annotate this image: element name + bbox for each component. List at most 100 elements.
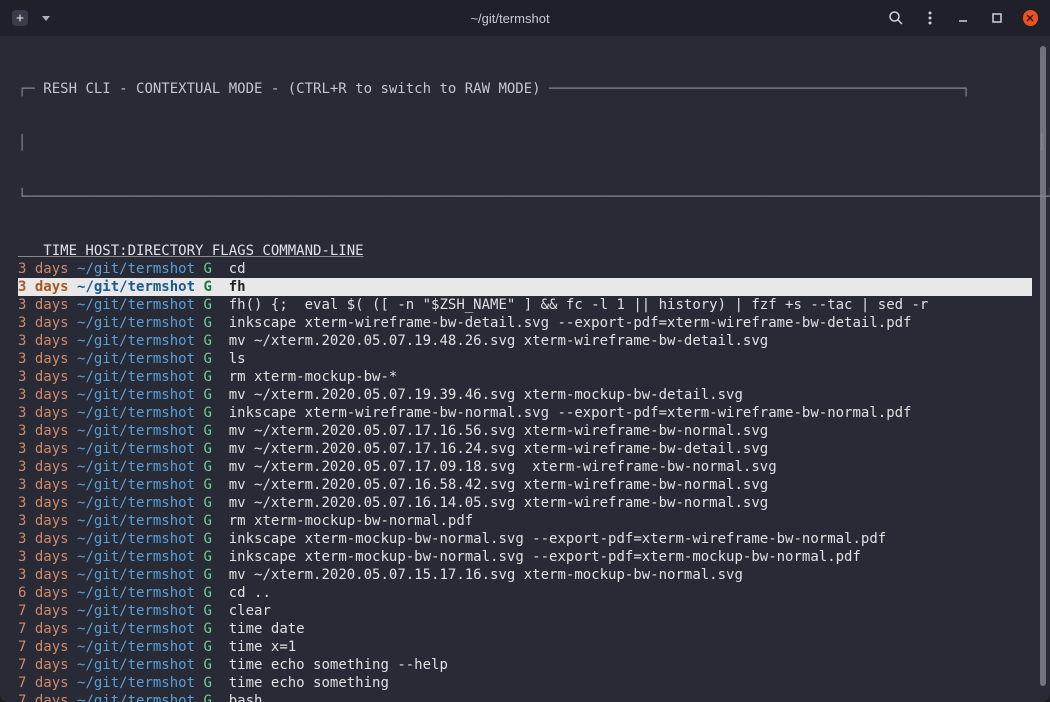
row-time: 3 days [18,548,77,566]
row-directory: ~/git/termshot [77,386,203,404]
row-flag: G [203,278,228,296]
row-flag: G [203,314,228,332]
row-flag: G [203,530,228,548]
row-command: mv ~/xterm.2020.05.07.16.14.05.svg xterm… [229,494,1032,512]
row-flag: G [203,692,228,702]
history-row[interactable]: 7 days ~/git/termshot G clear [18,602,1032,620]
row-command: mv ~/xterm.2020.05.07.16.58.42.svg xterm… [229,476,1032,494]
kebab-menu-icon[interactable] [922,10,938,26]
new-tab-button[interactable] [12,10,28,26]
history-row[interactable]: 3 days ~/git/termshot G mv ~/xterm.2020.… [18,458,1032,476]
close-button[interactable] [1023,10,1039,26]
row-directory: ~/git/termshot [77,404,203,422]
history-list[interactable]: 3 days ~/git/termshot G cd3 days ~/git/t… [18,260,1032,702]
row-flag: G [203,440,228,458]
row-directory: ~/git/termshot [77,260,203,278]
history-row[interactable]: 3 days ~/git/termshot G rm xterm-mockup-… [18,512,1032,530]
row-time: 3 days [18,476,77,494]
column-headers: TIME HOST:DIRECTORY FLAGS COMMAND-LINE [18,242,1032,260]
row-directory: ~/git/termshot [77,620,203,638]
menu-dropdown-icon[interactable] [38,10,54,26]
search-box-frame: ┌─ RESH CLI - CONTEXTUAL MODE - (CTRL+R … [18,44,1032,242]
history-row[interactable]: 3 days ~/git/termshot G mv ~/xterm.2020.… [18,566,1032,584]
terminal-content[interactable]: ┌─ RESH CLI - CONTEXTUAL MODE - (CTRL+R … [0,36,1050,702]
row-directory: ~/git/termshot [77,638,203,656]
search-icon[interactable] [888,10,904,26]
history-row[interactable]: 3 days ~/git/termshot G mv ~/xterm.2020.… [18,476,1032,494]
row-flag: G [203,386,228,404]
row-command: mv ~/xterm.2020.05.07.19.48.26.svg xterm… [229,332,1032,350]
history-row[interactable]: 3 days ~/git/termshot G mv ~/xterm.2020.… [18,386,1032,404]
history-row[interactable]: 7 days ~/git/termshot G time echo someth… [18,674,1032,692]
row-time: 3 days [18,386,77,404]
history-row[interactable]: 3 days ~/git/termshot G inkscape xterm-w… [18,314,1032,332]
history-row[interactable]: 7 days ~/git/termshot G bash [18,692,1032,702]
row-time: 3 days [18,530,77,548]
history-row[interactable]: 3 days ~/git/termshot G ls [18,350,1032,368]
history-row[interactable]: 7 days ~/git/termshot G time echo someth… [18,656,1032,674]
row-command: mv ~/xterm.2020.05.07.17.16.56.svg xterm… [229,422,1032,440]
row-time: 7 days [18,620,77,638]
row-directory: ~/git/termshot [77,602,203,620]
row-directory: ~/git/termshot [77,584,203,602]
row-flag: G [203,566,228,584]
row-time: 3 days [18,458,77,476]
row-directory: ~/git/termshot [77,422,203,440]
row-time: 3 days [18,278,77,296]
history-row[interactable]: 6 days ~/git/termshot G cd .. [18,584,1032,602]
row-flag: G [203,422,228,440]
row-time: 7 days [18,638,77,656]
row-directory: ~/git/termshot [77,512,203,530]
row-flag: G [203,584,228,602]
history-row[interactable]: 3 days ~/git/termshot G mv ~/xterm.2020.… [18,494,1032,512]
row-flag: G [203,458,228,476]
history-row[interactable]: 3 days ~/git/termshot G rm xterm-mockup-… [18,368,1032,386]
row-command: time echo something --help [229,656,1032,674]
row-command: fh [229,278,1032,296]
row-time: 7 days [18,674,77,692]
history-row[interactable]: 3 days ~/git/termshot G fh [18,278,1032,296]
row-flag: G [203,494,228,512]
mode-header: RESH CLI - CONTEXTUAL MODE - (CTRL+R to … [43,80,540,98]
row-time: 3 days [18,350,77,368]
row-time: 3 days [18,512,77,530]
row-time: 3 days [18,440,77,458]
row-directory: ~/git/termshot [77,494,203,512]
history-row[interactable]: 3 days ~/git/termshot G mv ~/xterm.2020.… [18,332,1032,350]
row-command: mv ~/xterm.2020.05.07.17.09.18.svg xterm… [229,458,1032,476]
row-directory: ~/git/termshot [77,656,203,674]
row-command: time echo something [229,674,1032,692]
history-row[interactable]: 3 days ~/git/termshot G inkscape xterm-w… [18,404,1032,422]
history-row[interactable]: 3 days ~/git/termshot G mv ~/xterm.2020.… [18,422,1032,440]
history-row[interactable]: 3 days ~/git/termshot G inkscape xterm-m… [18,548,1032,566]
row-command: rm xterm-mockup-bw-normal.pdf [229,512,1032,530]
history-row[interactable]: 3 days ~/git/termshot G fh() {; eval $( … [18,296,1032,314]
row-time: 7 days [18,656,77,674]
row-time: 3 days [18,296,77,314]
row-directory: ~/git/termshot [77,566,203,584]
row-flag: G [203,260,228,278]
row-flag: G [203,548,228,566]
history-row[interactable]: 7 days ~/git/termshot G time date [18,620,1032,638]
row-flag: G [203,620,228,638]
row-time: 3 days [18,314,77,332]
row-flag: G [203,602,228,620]
history-row[interactable]: 3 days ~/git/termshot G cd [18,260,1032,278]
history-row[interactable]: 7 days ~/git/termshot G time x=1 [18,638,1032,656]
history-row[interactable]: 3 days ~/git/termshot G inkscape xterm-m… [18,530,1032,548]
row-command: clear [229,602,1032,620]
row-directory: ~/git/termshot [77,314,203,332]
maximize-button[interactable] [989,10,1005,26]
terminal-window: ~/git/termshot ┌─ RESH CLI - CONTEXTUAL … [0,0,1050,702]
row-command: inkscape xterm-wireframe-bw-detail.svg -… [229,314,1032,332]
row-command: mv ~/xterm.2020.05.07.15.17.16.svg xterm… [229,566,1032,584]
row-command: inkscape xterm-mockup-bw-normal.svg --ex… [229,530,1032,548]
row-flag: G [203,296,228,314]
row-flag: G [203,350,228,368]
row-directory: ~/git/termshot [77,476,203,494]
row-directory: ~/git/termshot [77,548,203,566]
titlebar: ~/git/termshot [0,0,1050,36]
minimize-button[interactable] [956,10,972,26]
row-command: cd [229,260,1032,278]
history-row[interactable]: 3 days ~/git/termshot G mv ~/xterm.2020.… [18,440,1032,458]
